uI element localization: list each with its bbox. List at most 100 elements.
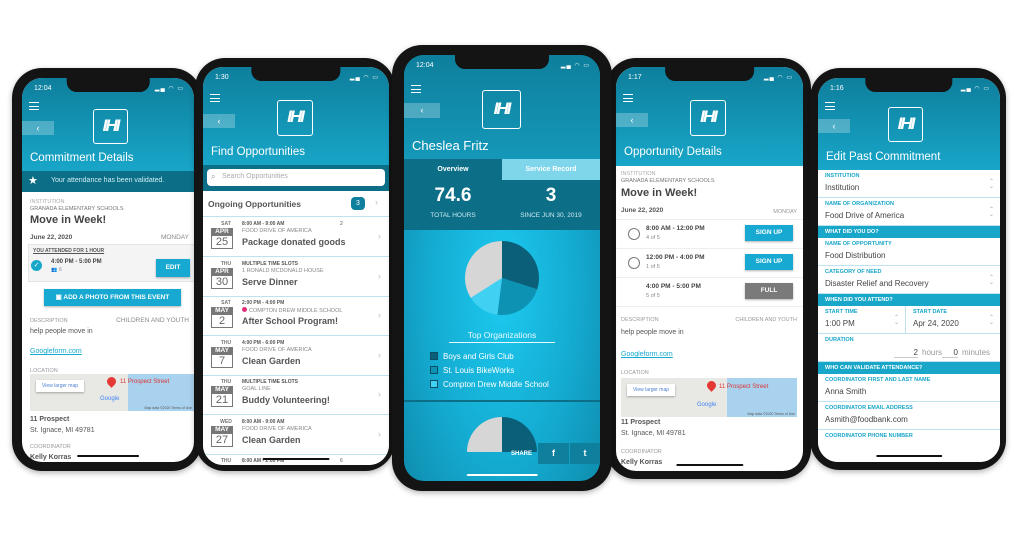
list-item[interactable]: THU APR 30 MULTIPLE TIME SLOTS 1 RONALD MCDO… <box>203 257 389 297</box>
sign-up-button[interactable]: SIGN UP <box>745 254 793 270</box>
list-item[interactable]: THU MAY 7 4:00 PM - 6:00 PM FOOD DRIVE OF AM… <box>203 336 389 376</box>
address-line1: 11 Prospect <box>30 416 70 423</box>
radio-button[interactable] <box>628 228 640 240</box>
list-item[interactable]: THU8:00 AM - 2:00 PM6› <box>203 455 389 465</box>
map-data: Map data ©2020 Terms of Use <box>747 412 795 416</box>
list-item[interactable]: SAT APR 25 8:00 AM - 9:00 AM FOOD DRIVE OF A… <box>203 218 389 257</box>
description-text: help people move in <box>30 328 93 335</box>
field-label: INSTITUTION <box>825 173 860 179</box>
page-title: Opportunity Details <box>624 146 722 158</box>
day-of-week: THU <box>220 379 232 385</box>
view-larger-map-link[interactable]: View larger map <box>627 384 676 396</box>
phone-commitment-details: 12:04 ▂▄ ◠ ▭ ‹ IHI Commitment Details ★ … <box>12 68 202 471</box>
search-input[interactable]: ⌕ Search Opportunities <box>207 169 385 186</box>
location-map[interactable]: View larger map 11 Prospect Street Googl… <box>30 374 194 411</box>
back-button[interactable]: ‹ <box>616 113 648 127</box>
sign-up-button[interactable]: SIGN UP <box>745 225 793 241</box>
field-label: NAME OF OPPORTUNITY <box>825 241 892 247</box>
top-organizations-title: Top Organizations <box>449 330 555 343</box>
day-number: 2 <box>211 315 233 328</box>
map-pin-icon <box>105 375 118 388</box>
home-indicator <box>675 463 744 466</box>
screen: 1:16 ▂▄ ◠ ▭ ‹ IHI Edit Past Commitment I… <box>818 78 1000 462</box>
institution-name: GRANADA ELEMENTARY SCHOOLS <box>30 206 124 212</box>
start-date-select[interactable]: START DATE Apr 24, 2020 ⌃ ⌄ <box>906 306 1000 334</box>
list-item[interactable]: WED MAY 27 8:00 AM - 9:00 AM FOOD DRIVE OF A… <box>203 415 389 455</box>
add-photo-button[interactable]: ▣ ADD A PHOTO FROM THIS EVENT <box>44 289 181 306</box>
app-logo: IHI <box>93 109 128 144</box>
twitter-share-button[interactable]: t <box>570 443 600 464</box>
radio-button[interactable] <box>628 257 640 269</box>
phone-opportunity-details: 1:17 ▂▄ ◠ ▭ ‹ IHI Opportunity Details IN… <box>606 58 811 479</box>
googleform-link[interactable]: Googleform.com <box>621 351 673 358</box>
ongoing-label: Ongoing Opportunities <box>208 199 302 209</box>
category-select[interactable]: CATEGORY OF NEED Disaster Relief and Reco… <box>818 266 1000 294</box>
organization-select[interactable]: NAME OF ORGANIZATION Food Drive of Americ… <box>818 198 1000 226</box>
day-of-week: THU <box>220 339 232 346</box>
coordinator-phone-input[interactable]: COORDINATOR PHONE NUMBER <box>818 430 1000 462</box>
weekday: MONDAY <box>773 209 797 215</box>
tab-overview[interactable]: Overview <box>404 159 502 180</box>
status-icons: ▂▄ ◠ ▭ <box>154 86 184 92</box>
minutes-input[interactable]: 0 <box>942 348 958 358</box>
coordinator-name-input[interactable]: COORDINATOR FIRST AND LAST NAME Anna Smit… <box>818 374 1000 402</box>
legend-swatch <box>430 366 438 374</box>
list-item[interactable]: SAT MAY 2 2:00 PM - 4:00 PM COMPTON DREW MID… <box>203 297 389 336</box>
notch <box>66 78 150 92</box>
facebook-share-button[interactable]: f <box>538 443 569 464</box>
opportunity-name-input[interactable]: NAME OF OPPORTUNITY Food Distribution <box>818 238 1000 266</box>
share-bar: SHARE f t <box>404 443 600 466</box>
day-of-week: WED <box>220 418 232 425</box>
top-organizations-pie <box>465 241 539 315</box>
coordinator-email-input[interactable]: COORDINATOR EMAIL ADDRESS Asmith@foodbank… <box>818 402 1000 430</box>
menu-icon[interactable] <box>29 102 39 110</box>
list-item[interactable]: THU MAY 21 MULTIPLE TIME SLOTS GOAL LINE Budd… <box>203 376 389 415</box>
chevron-right-icon: › <box>378 310 381 320</box>
field-value: Anna Smith <box>825 387 867 396</box>
phone-profile-overview: 12:04 ▂▄ ◠ ▭ ‹ IHI Cheslea Fritz Overvie… <box>392 45 612 491</box>
organization-name: FOOD DRIVE OF AMERICA <box>242 346 312 353</box>
ongoing-count-badge: 3 <box>351 197 365 210</box>
screen: 12:04 ▂▄ ◠ ▭ ‹ IHI Cheslea Fritz Overvie… <box>404 55 600 481</box>
app-logo: IHI <box>690 100 726 136</box>
google-logo: Google <box>100 396 120 402</box>
menu-icon[interactable] <box>210 94 220 102</box>
opportunity-name: Buddy Volunteering! <box>242 395 330 405</box>
total-hours-label: TOTAL HOURS <box>430 212 476 219</box>
tab-service-record[interactable]: Service Record <box>502 159 600 180</box>
field-value: Food Drive of America <box>825 211 905 220</box>
menu-icon[interactable] <box>825 102 835 110</box>
organization-name: FOOD DRIVE OF AMERICA <box>242 228 312 234</box>
duration-field: DURATION 2 hours 0 minutes <box>818 334 1000 362</box>
edit-button[interactable]: EDIT <box>156 259 190 277</box>
menu-icon[interactable] <box>411 85 421 93</box>
hours-input[interactable]: 2 <box>894 348 918 358</box>
time: MULTIPLE TIME SLOTS <box>242 260 299 267</box>
legend-label: St. Louis BikeWorks <box>443 365 515 375</box>
select-arrows-icon: ⌃ ⌄ <box>988 207 994 218</box>
location-map[interactable]: View larger map 11 Prospect Street Googl… <box>621 378 797 417</box>
googleform-link[interactable]: Googleform.com <box>30 348 82 355</box>
institution-select[interactable]: INSTITUTION Institution ⌃ ⌄ <box>818 170 1000 198</box>
organization: FOOD DRIVE OF AMERICA <box>242 347 312 353</box>
menu-icon[interactable] <box>623 94 633 102</box>
hours-unit: hours <box>922 348 943 357</box>
divider <box>404 400 600 402</box>
weekday: MONDAY <box>160 234 189 241</box>
minutes-unit: minutes <box>962 348 991 357</box>
map-data: Map data ©2020 Terms of Use <box>144 406 192 410</box>
slot-capacity: 1 of 5 <box>646 264 660 270</box>
people-count: 2 <box>340 221 343 227</box>
back-button[interactable]: ‹ <box>22 121 54 135</box>
slot-capacity: 4 of 5 <box>646 235 660 241</box>
back-button[interactable]: ‹ <box>203 114 235 128</box>
category-label: CHILDREN AND YOUTH <box>116 317 189 324</box>
ongoing-opportunities-row[interactable]: Ongoing Opportunities 3 › <box>203 191 389 217</box>
start-time-select[interactable]: START TIME 1:00 PM ⌃ ⌄ <box>818 306 906 334</box>
organization: FOOD DRIVE OF AMERICA <box>242 228 312 234</box>
back-button[interactable]: ‹ <box>404 103 440 118</box>
opportunity-name: Clean Garden <box>242 434 301 445</box>
back-button[interactable]: ‹ <box>818 119 850 133</box>
view-larger-map-link[interactable]: View larger map <box>36 380 85 392</box>
event-title: Move in Week! <box>621 187 698 199</box>
